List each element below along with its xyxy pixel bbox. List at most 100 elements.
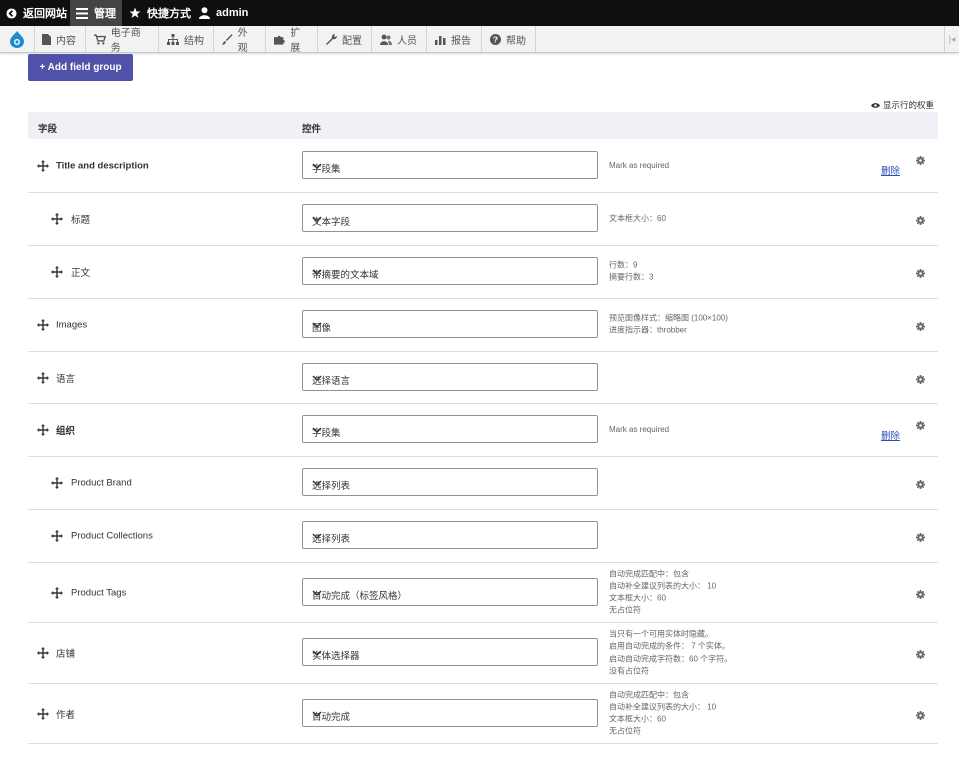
shortcuts-tab[interactable]: 快捷方式 (129, 0, 191, 26)
gear-icon[interactable] (916, 267, 925, 281)
delete-link[interactable]: 删除 (881, 163, 900, 177)
show-row-weights-label: 显示行的权重 (882, 100, 934, 110)
field-label: 标题 (71, 215, 91, 226)
tray-item-content[interactable]: 内容 (34, 26, 86, 52)
summary-line: 进度指示器：throbber (609, 326, 687, 335)
drag-handle-icon[interactable] (37, 647, 49, 662)
drag-handle-icon[interactable] (37, 371, 49, 387)
chevron-down-icon (312, 374, 588, 385)
summary-line: 启动自动完成字符数：60 个字符。 (609, 654, 733, 663)
widget-summary: 自动完成匹配中：包含 自动补全建议列表的大小： 10 文本框大小：60 无占位符 (609, 568, 716, 617)
gear-icon[interactable] (916, 709, 925, 723)
widget-summary: Mark as required (609, 159, 669, 171)
tray-label: 外观 (237, 28, 248, 54)
tray-label: 内容 (56, 35, 76, 47)
gear-icon[interactable] (916, 419, 925, 433)
gear-icon[interactable] (916, 588, 925, 602)
chevron-down-icon (312, 589, 588, 600)
field-label: Title and description (56, 160, 149, 171)
drupal-logo[interactable] (0, 26, 35, 52)
table-row: Product Tags 自动完成（标签风格） 自动完成匹配中：包含 自动补全建议列表… (28, 563, 938, 623)
widget-select[interactable]: 图像 (302, 310, 598, 338)
gear-icon[interactable] (916, 531, 925, 545)
drag-handle-icon[interactable] (37, 707, 49, 723)
manage-tab[interactable]: 管理 (70, 0, 122, 26)
drag-handle-icon[interactable] (51, 213, 63, 228)
gear-icon[interactable] (916, 320, 925, 334)
table-row: 标题 文本字段 文本框大小：60 (28, 193, 938, 246)
shortcuts-label: 快捷方式 (147, 8, 191, 20)
drag-handle-icon[interactable] (51, 477, 63, 492)
summary-line: 文本框大小：60 (609, 714, 666, 724)
summary-line: 自动补全建议列表的大小： 10 (609, 702, 717, 712)
tray-item-appearance[interactable]: 外观 (214, 26, 266, 54)
widget-select[interactable]: 实体选择器 (302, 638, 598, 666)
field-label: 组织 (56, 426, 76, 437)
widget-select[interactable]: 文本字段 (302, 204, 598, 232)
gear-icon[interactable] (916, 478, 925, 492)
back-to-site-link[interactable]: 返回网站 (6, 0, 67, 26)
chevron-down-icon (312, 162, 588, 173)
field-label: Product Brand (71, 477, 132, 489)
field-label: 店铺 (56, 649, 76, 660)
table-row: Title and description 字段集 Mark as required… (28, 139, 938, 193)
widget-select[interactable]: 字段集 (302, 150, 598, 179)
summary-line: 无占位符 (609, 726, 641, 736)
field-label: Images (56, 319, 88, 331)
user-tab[interactable]: admin (199, 0, 248, 26)
widget-select[interactable]: 选择语言 (302, 362, 598, 391)
user-icon (199, 7, 210, 19)
widget-select[interactable]: 自动完成（标签风格） (302, 577, 598, 606)
field-label: Product Collections (71, 530, 153, 542)
drag-handle-icon[interactable] (37, 424, 49, 439)
field-label: 作者 (56, 709, 76, 721)
chevron-down-icon (312, 268, 588, 279)
tray-item-commerce[interactable]: 电子商务 (86, 26, 159, 54)
gear-icon[interactable] (916, 648, 925, 662)
bar-chart-icon (435, 35, 446, 45)
tray-item-help[interactable]: ? 帮助 (482, 26, 536, 52)
tray-item-config[interactable]: 配置 (318, 26, 372, 52)
tray-item-extend[interactable]: 扩展 (266, 26, 318, 54)
tray-label: 扩展 (290, 28, 301, 54)
column-header-widget: 控件 (302, 124, 322, 135)
widget-summary: 自动完成匹配中：包含 自动补全建议列表的大小： 10 文本框大小：60 无占位符 (609, 689, 716, 738)
drag-handle-icon[interactable] (37, 159, 49, 175)
gear-icon[interactable] (916, 373, 925, 387)
summary-line: Mark as required (609, 424, 670, 434)
tray-item-reports[interactable]: 报告 (427, 26, 482, 52)
drag-handle-icon[interactable] (51, 530, 63, 545)
field-label: Product Tags (71, 587, 127, 598)
add-field-group-button[interactable]: + Add field group (28, 54, 133, 81)
gear-icon[interactable] (916, 154, 925, 168)
widget-select[interactable]: 带摘要的文本域 (302, 257, 598, 285)
table-header: 字段 控件 (28, 112, 938, 139)
summary-line: 摘要行数：3 (609, 273, 654, 282)
field-label: 正文 (71, 268, 91, 279)
summary-line: 预览图像样式：缩略图 (100×100) (609, 313, 728, 323)
delete-link[interactable]: 删除 (881, 428, 900, 442)
tray-orientation-toggle[interactable]: |◂ (944, 26, 959, 52)
people-icon (380, 34, 392, 45)
widget-select[interactable]: 选择列表 (302, 468, 598, 496)
drag-handle-icon[interactable] (37, 319, 49, 334)
table-row: 店铺 实体选择器 当只有一个可用实体时隐藏。 启用自动完成的条件： 7 个实体。 启动自… (28, 623, 938, 684)
widget-select[interactable]: 字段集 (302, 415, 598, 443)
brush-icon (222, 33, 233, 45)
drag-handle-icon[interactable] (51, 586, 63, 602)
tray-item-structure[interactable]: 结构 (159, 26, 214, 52)
svg-text:?: ? (493, 34, 498, 44)
tray-label: 报告 (451, 35, 471, 47)
widget-select[interactable]: 选择列表 (302, 521, 598, 549)
table-row: 作者 自动完成 自动完成匹配中：包含 自动补全建议列表的大小： 10 文本框大小：60 无… (28, 684, 938, 744)
show-row-weights-link[interactable]: 显示行的权重 (870, 99, 934, 111)
gear-icon[interactable] (916, 214, 925, 228)
tray-label: 配置 (342, 35, 362, 47)
tray-item-people[interactable]: 人员 (372, 26, 427, 52)
widget-select[interactable]: 自动完成 (302, 698, 598, 727)
table-row: 语言 选择语言 (28, 352, 938, 404)
admin-tray: 内容 电子商务 结构 外观 扩展 配置 人员 报告 ? 帮助 |◂ (0, 26, 959, 54)
drag-handle-icon[interactable] (51, 266, 63, 281)
table-row: 正文 带摘要的文本域 行数：9 摘要行数：3 (28, 246, 938, 299)
tray-label: 电子商务 (110, 28, 141, 54)
